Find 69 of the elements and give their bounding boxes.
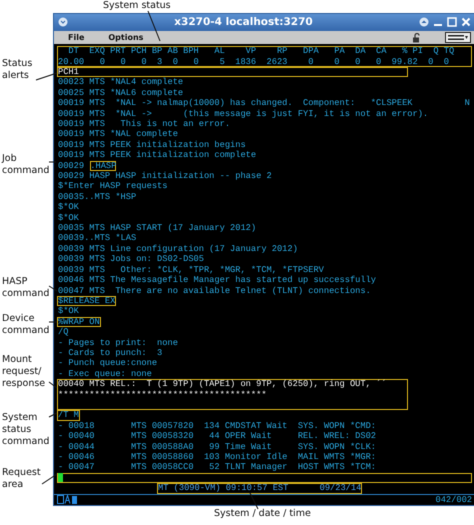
terminal-line: - Pages to print: none	[57, 338, 179, 348]
close-icon[interactable]	[461, 17, 471, 28]
annotation-label: Job command	[2, 153, 50, 177]
terminal-line: 00039 MTS Other: *CLK, *TPR, *MGR, *TCM, *FTPSERV	[57, 264, 325, 276]
annotation-label: System status command	[2, 412, 50, 448]
terminal-line: 00019 MTS PEEK initialization complete	[57, 150, 258, 161]
cursor-position: 042/002	[436, 494, 472, 505]
terminal-line: 00019 MTS *NAL complete	[57, 129, 179, 140]
terminal-line: %WRAP ON	[57, 316, 101, 328]
terminal-line: 00019 MTS This is not an error.	[57, 119, 232, 130]
leader-line	[48, 382, 58, 388]
terminal-line: 00029	[57, 160, 86, 171]
terminal-line: PCH1	[57, 66, 408, 78]
lock-icon	[412, 32, 421, 43]
terminal-line: $*OK	[57, 306, 80, 317]
terminal-line: 00046 MTS The Messagefile Manager has started up successfully	[57, 275, 378, 286]
window-title: x3270-4 localhost:3270	[173, 16, 314, 28]
cursor	[72, 496, 77, 504]
annotation-label: Device command	[2, 313, 50, 337]
terminal-line: /Q	[57, 327, 69, 338]
leader-line	[48, 412, 58, 418]
annotation-label: System / date / time	[214, 508, 311, 520]
terminal-line: 00039..MTS *LAS	[57, 233, 138, 244]
menu-item[interactable]: File	[68, 33, 84, 42]
leader-line	[48, 286, 58, 292]
terminal-line: 00039 MTS Jobs on: DS02-DS05	[57, 254, 205, 265]
terminal-line: - 00040 MTS 00058320 44 OPER Wait REL. WREL: DS02	[57, 431, 378, 442]
terminal-line: $RELEASE EX	[57, 296, 116, 306]
terminal-line: $*OK	[57, 212, 80, 224]
menu-item[interactable]: Options	[108, 33, 144, 42]
terminal-line: 00047 MTS There are no available Telnet (TLNT) connections.	[57, 286, 372, 296]
leader-line	[42, 474, 58, 484]
cursor	[58, 473, 63, 482]
leader-line	[148, 10, 160, 42]
annotation-label: Mount request/ response	[2, 354, 46, 390]
terminal-line: 00025 MTS *NAL6 complete	[57, 88, 184, 98]
terminal-line: - Punch queue:cnone	[57, 358, 158, 369]
terminal-line: /T M	[57, 410, 80, 421]
request-field[interactable]	[57, 472, 472, 484]
terminal-line: $*Enter HASP requests	[57, 181, 168, 192]
terminal-line: - Exec queue: none	[57, 368, 153, 380]
shade-icon[interactable]	[419, 17, 429, 28]
maximize-icon[interactable]	[447, 17, 457, 28]
annotation-label: HASP command	[2, 276, 50, 300]
annotation-label: System status	[103, 0, 171, 12]
terminal-line: 00035 MTS HASP START (17 January 2012)	[57, 223, 258, 234]
leader-line	[36, 72, 58, 80]
terminal-line: - 00044 MTS 000588A0 99 Time Wait SYS. WOPN *CLK:	[57, 442, 378, 452]
terminal-line: - 00046 MTS 00058860 103 Monitor Idle MAIL WMTS *MGR:	[57, 452, 378, 462]
connection-icon	[57, 495, 71, 504]
terminal-line: 00035..MTS *HSP	[57, 192, 138, 202]
terminal-line: - 00047 MTS 00058CC0 52 TLNT Manager HOST WMTS *TCM:	[57, 462, 378, 473]
terminal-line: $*OK	[57, 202, 80, 213]
status-header: DT EXQ PRT PCH BP AB BPH AL VP RP DPA PA DA CA % PI Q TQ 20.00 0 0 0 3 0 0 5 1836 2623 0 0 0 0 99.82 0 0	[57, 46, 472, 67]
leader-line	[250, 492, 258, 510]
terminal-line: - Cards to punch: 3	[57, 348, 164, 358]
terminal-line: 00023 MTS *NAL4 complete	[57, 77, 184, 88]
window-menu-icon[interactable]	[58, 17, 68, 28]
status-line: MT (3090-VM) 09:10:57 EST 09/23/14	[157, 483, 362, 494]
annotation-label: Request area	[2, 467, 41, 491]
keyboard-icon[interactable]	[445, 32, 471, 44]
terminal-line: 00019 MTS PEEK initialization begins	[57, 140, 247, 150]
annotation-label: Status alerts	[2, 58, 32, 82]
terminal-line: 00039 MTS Line configuration (17 January 2012)	[57, 244, 299, 254]
terminal-line: 00040 MTS REL.: T (1 9TP) (TAPE1) on 9TP, (6250), ring OUT, ´´ ****************************************	[57, 379, 408, 410]
terminal-line: - 00018 MTS 00057820 134 CMDSTAT Wait SYS. WOPN *CMD:	[57, 420, 378, 432]
terminal-line: 00019 MTS *NAL -> (this message is just FYI, it is not an error).	[57, 108, 430, 120]
terminal-line: 00019 MTS *NAL -> nalmap(10000) has changed. Component: *CLSPEEK N	[57, 98, 471, 109]
terminal-line: 00029 HASP HASP initialization -- phase 2	[57, 171, 273, 182]
